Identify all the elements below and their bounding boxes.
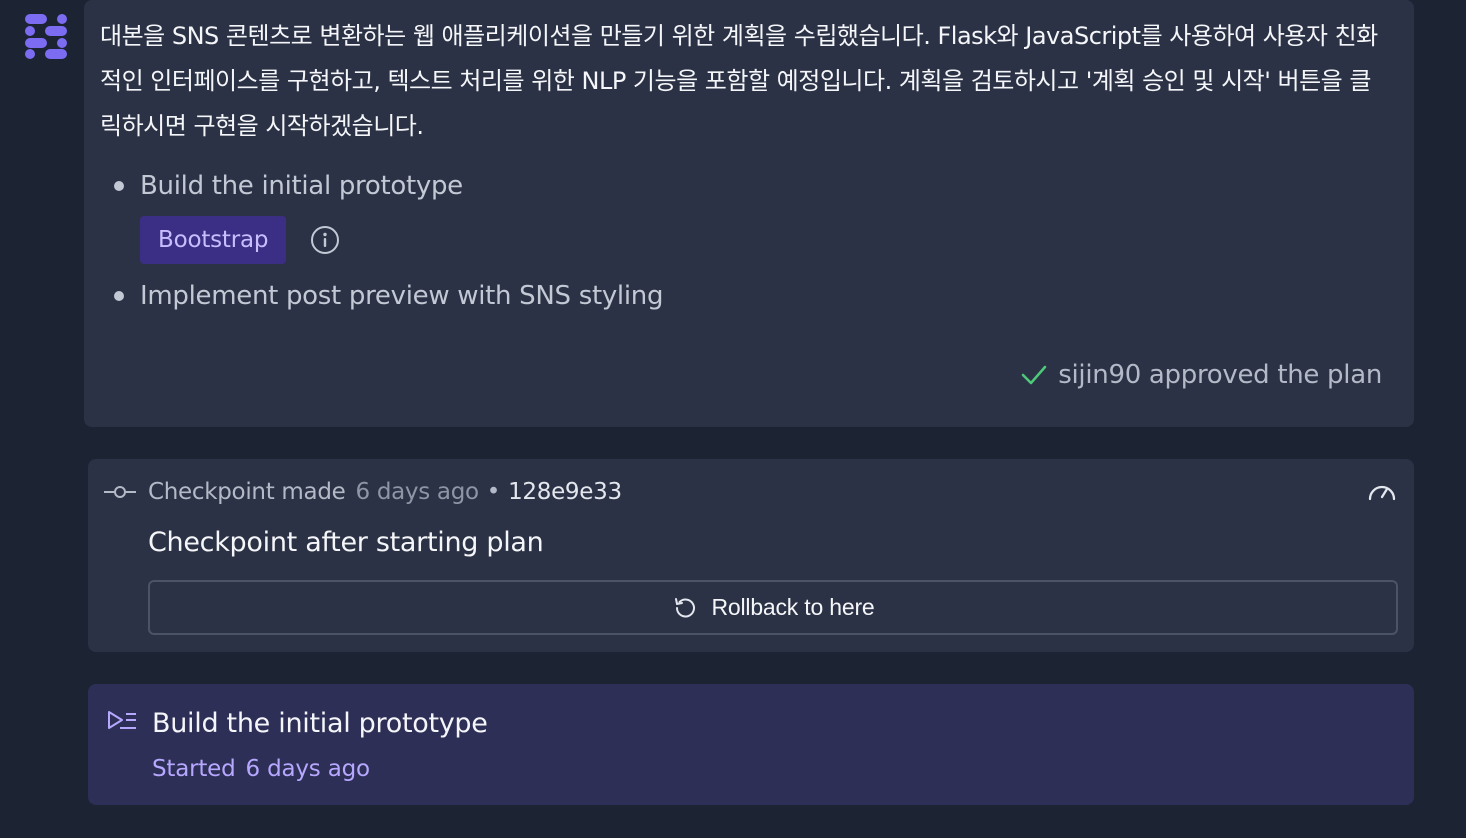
separator: •	[486, 479, 501, 505]
agent-logo-icon	[25, 14, 67, 59]
commit-icon	[104, 486, 136, 498]
check-icon	[1022, 365, 1047, 385]
rollback-button[interactable]: Rollback to here	[148, 580, 1398, 635]
plan-step-label: Build the initial prototype	[140, 171, 463, 201]
tag-chip-bootstrap: Bootstrap	[140, 216, 287, 264]
checkpoint-time: 6 days ago	[355, 479, 479, 505]
checkpoint-title: Checkpoint after starting plan	[148, 527, 544, 558]
plan-step: Implement post preview with SNS styling	[108, 276, 663, 316]
commit-hash[interactable]: 128e9e33	[508, 479, 622, 505]
approval-status: sijin90 approved the plan	[1020, 360, 1382, 390]
plan-message-text: 대본을 SNS 콘텐츠로 변환하는 웹 애플리케이션을 만들기 위한 계획을 수…	[100, 22, 1378, 140]
step-title: Build the initial prototype	[152, 708, 488, 739]
bullet-icon	[114, 181, 124, 191]
bullet-icon	[114, 291, 124, 301]
plan-steps-list: Build the initial prototype Bootstrap Im…	[108, 166, 663, 316]
plan-step-tags: Bootstrap	[108, 216, 663, 264]
approval-text: sijin90 approved the plan	[1058, 360, 1382, 390]
plan-message-card: 대본을 SNS 콘텐츠로 변환하는 웹 애플리케이션을 만들기 위한 계획을 수…	[84, 0, 1414, 427]
plan-step-label: Implement post preview with SNS styling	[140, 281, 664, 311]
info-icon[interactable]	[310, 225, 340, 255]
step-list-icon	[108, 711, 136, 729]
gauge-icon[interactable]	[1366, 477, 1398, 505]
checkpoint-card: Checkpoint made 6 days ago • 128e9e33 Ch…	[88, 459, 1414, 652]
checkpoint-label: Checkpoint made	[148, 479, 346, 505]
checkpoint-header: Checkpoint made 6 days ago • 128e9e33	[104, 479, 622, 505]
step-status-time: 6 days ago	[245, 756, 371, 782]
current-step-card[interactable]: Build the initial prototype Started 6 day…	[88, 684, 1414, 805]
rollback-label: Rollback to here	[711, 594, 875, 620]
chat-thread: 대본을 SNS 콘텐츠로 변환하는 웹 애플리케이션을 만들기 위한 계획을 수…	[0, 0, 1466, 838]
plan-step: Build the initial prototype	[108, 166, 663, 206]
rollback-icon	[674, 597, 695, 617]
step-status: Started 6 days ago	[152, 756, 370, 782]
step-status-label: Started	[152, 756, 236, 782]
